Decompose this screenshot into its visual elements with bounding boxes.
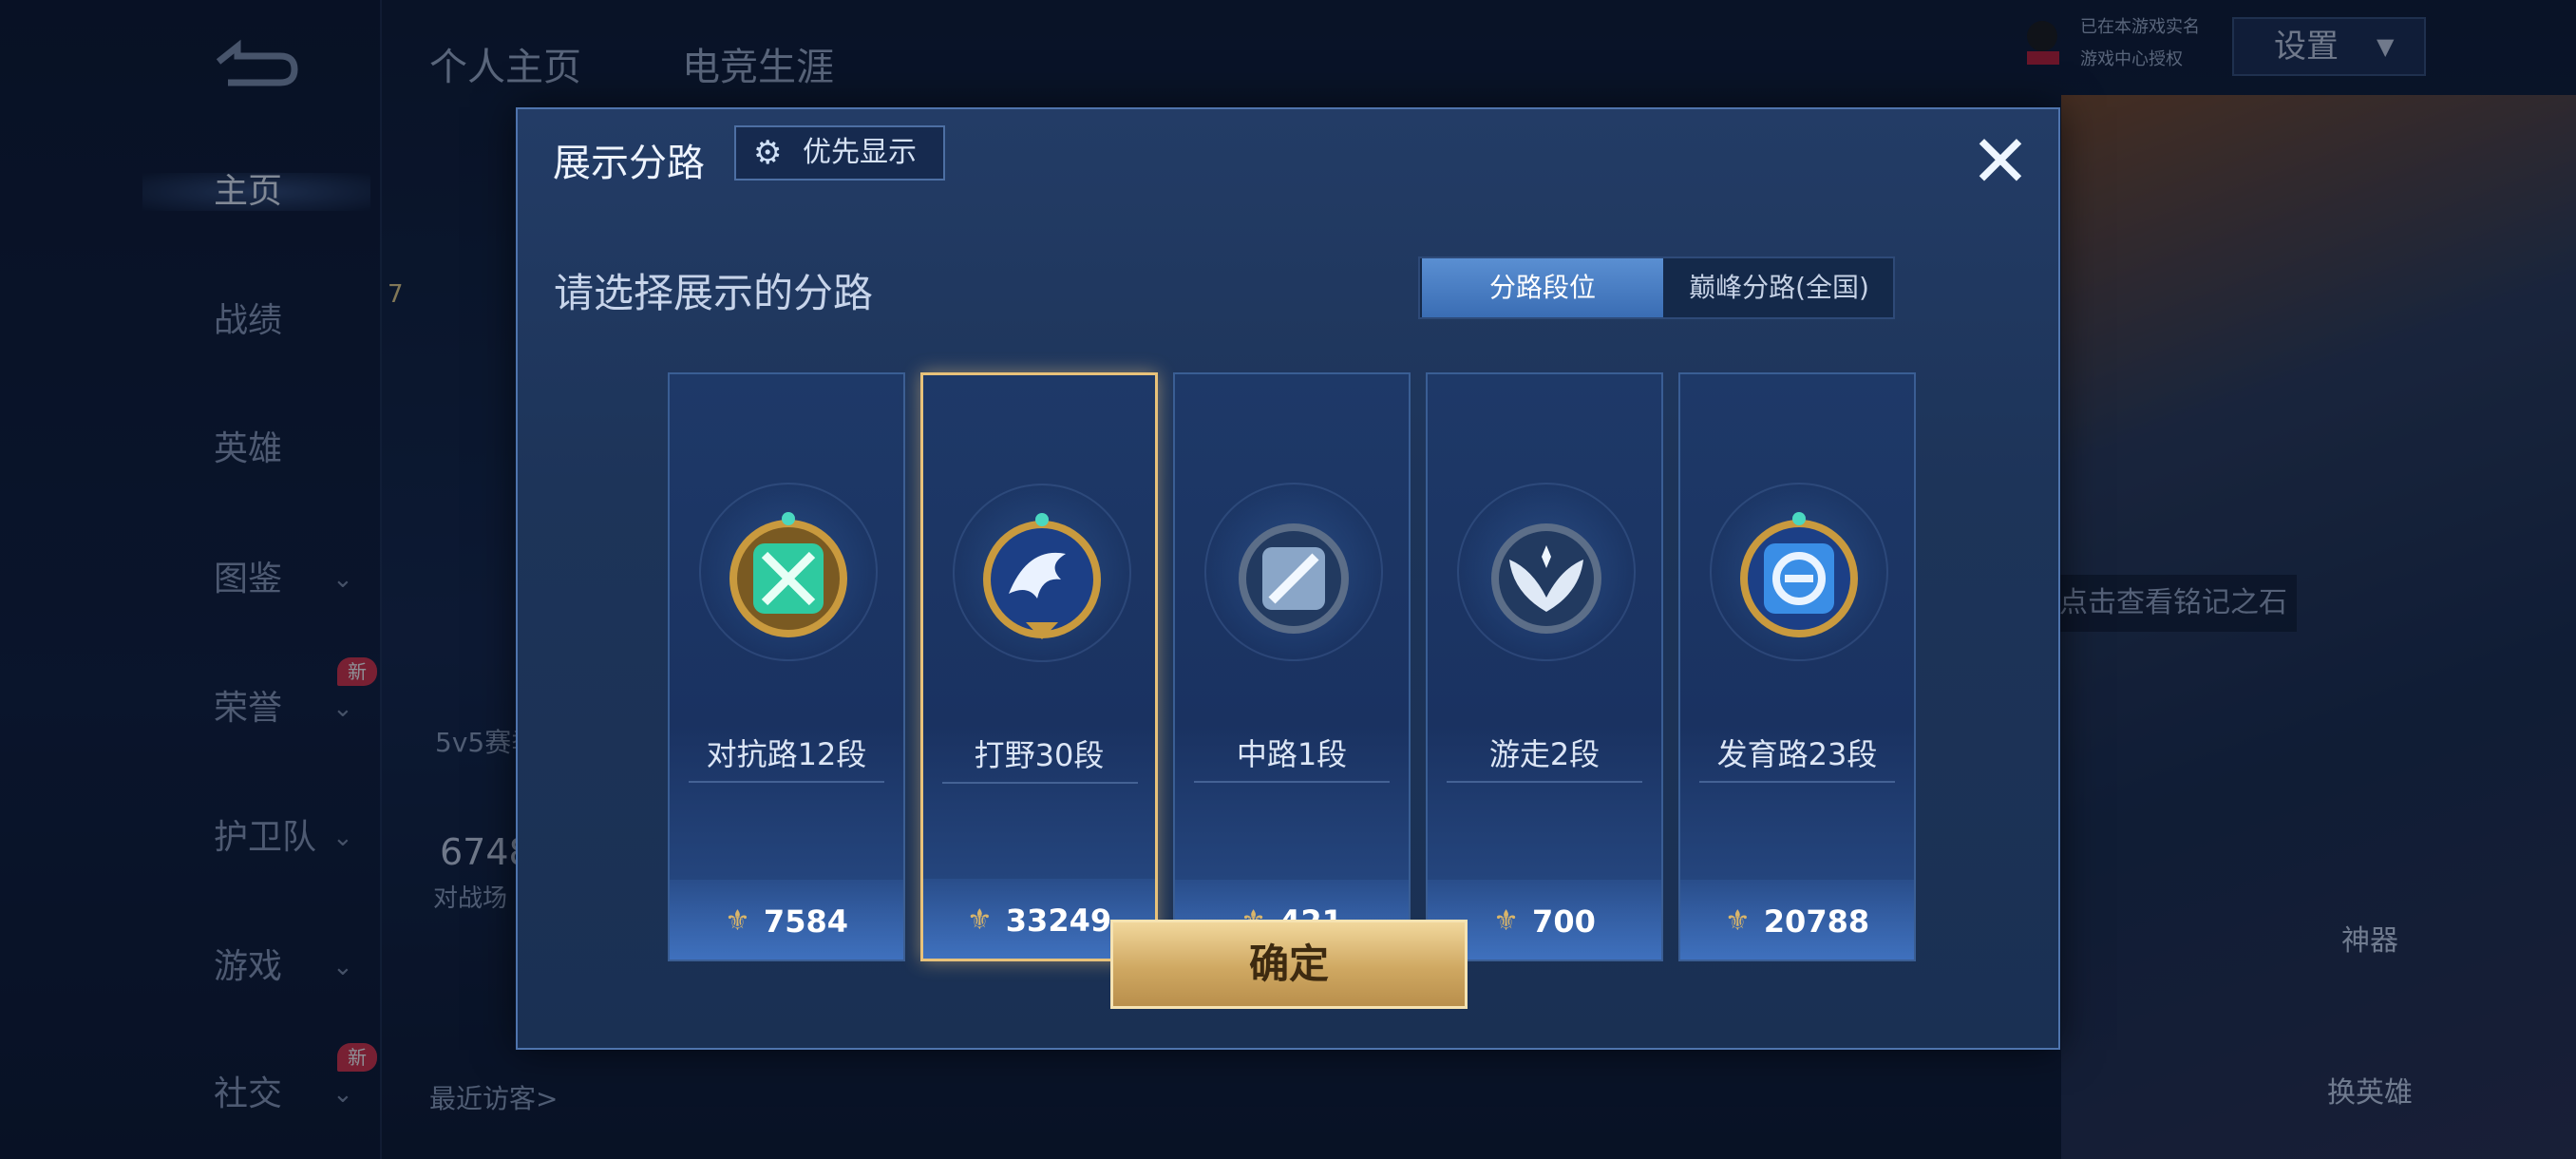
lane-card-roam[interactable]: 游走2段 ⚜ 700 xyxy=(1426,372,1663,961)
dialog-title: 展示分路 xyxy=(553,142,705,185)
jungle-emblem-icon xyxy=(983,513,1101,639)
farm-lane-emblem-icon xyxy=(1740,512,1858,637)
divider xyxy=(1447,781,1642,783)
lane-points: ⚜ 20788 xyxy=(1680,880,1914,960)
tab-peak-lane[interactable]: 巅峰分路(全国) xyxy=(1665,258,1893,317)
lane-rank-label: 发育路23段 xyxy=(1716,736,1878,772)
lane-points-value: 20788 xyxy=(1763,903,1870,940)
roam-emblem-icon xyxy=(1491,523,1601,634)
close-button[interactable]: ✕ xyxy=(1963,124,2037,199)
points-icon: ⚜ xyxy=(1724,904,1751,938)
divider xyxy=(1194,781,1390,783)
divider xyxy=(1699,781,1895,783)
lane-card-jungle[interactable]: 打野30段 ⚜ 33249 xyxy=(920,372,1158,961)
lane-display-dialog: 展示分路 ⚙ 优先显示 ✕ 请选择展示的分路 分路段位 巅峰分路(全国) 对抗路… xyxy=(516,107,2060,1050)
lane-rank-label: 游走2段 xyxy=(1488,736,1601,772)
lane-rank-label: 对抗路12段 xyxy=(706,736,867,772)
close-icon: ✕ xyxy=(1970,119,2031,203)
lane-card-mid[interactable]: 中路1段 ⚜421 xyxy=(1173,372,1411,961)
lane-rank-label: 中路1段 xyxy=(1236,736,1348,772)
lane-card-farm[interactable]: 发育路23段 ⚜ 20788 xyxy=(1678,372,1916,961)
priority-display-button[interactable]: ⚙ 优先显示 xyxy=(734,125,945,180)
divider xyxy=(689,781,884,783)
clash-lane-emblem-icon xyxy=(729,512,847,637)
priority-label: 优先显示 xyxy=(803,136,917,169)
tab-lane-rank[interactable]: 分路段位 xyxy=(1422,258,1663,317)
points-icon: ⚜ xyxy=(725,904,750,938)
points-icon: ⚜ xyxy=(966,903,993,937)
lane-points-value: 700 xyxy=(1532,903,1596,940)
gear-icon: ⚙ xyxy=(753,134,783,172)
lane-points-value: 7584 xyxy=(763,903,848,940)
confirm-button[interactable]: 确定 xyxy=(1110,920,1468,1009)
lane-points: ⚜ 7584 xyxy=(670,880,903,960)
dialog-subtitle: 请选择展示的分路 xyxy=(554,270,874,316)
tab-switcher: 分路段位 巅峰分路(全国) xyxy=(1418,256,1895,319)
points-icon: ⚜ xyxy=(1493,904,1520,938)
lane-rank-label: 打野30段 xyxy=(974,737,1105,773)
mid-lane-emblem-icon xyxy=(1239,523,1349,634)
lane-points-value: 33249 xyxy=(1005,902,1112,939)
divider xyxy=(942,782,1138,784)
lane-card-clash[interactable]: 对抗路12段 ⚜ 7584 xyxy=(668,372,905,961)
